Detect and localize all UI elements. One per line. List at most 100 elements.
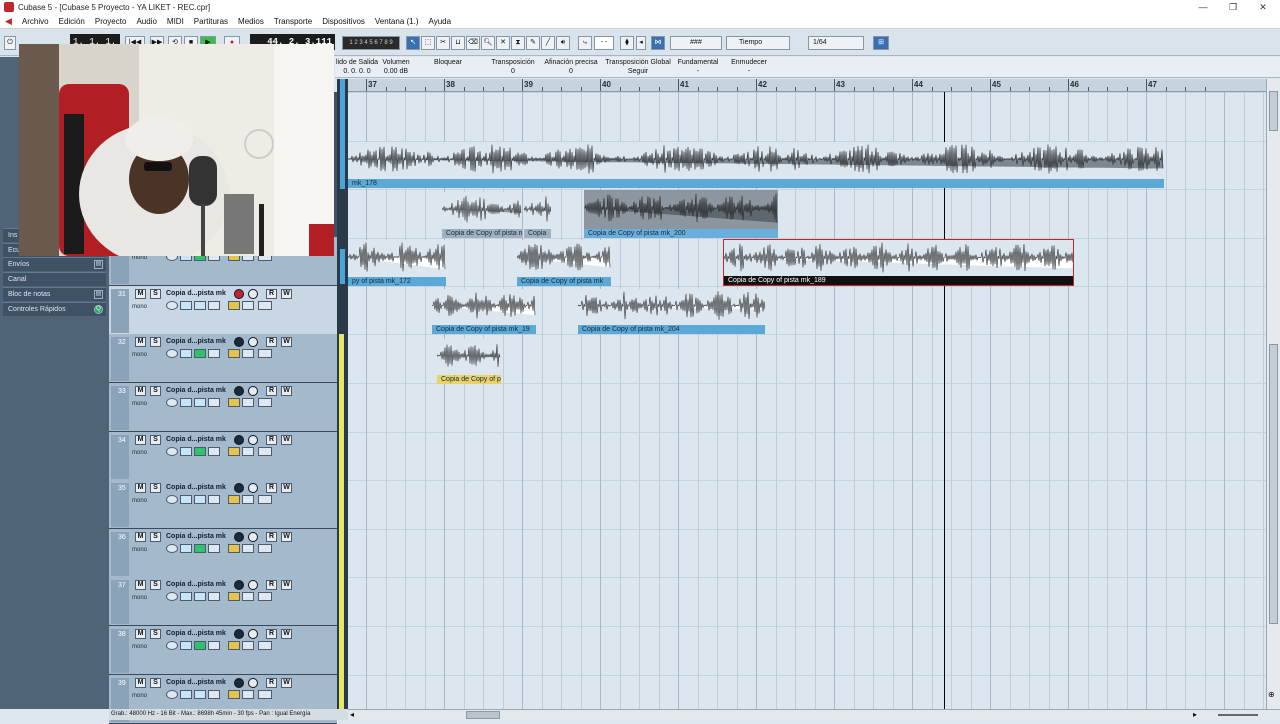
menu-partituras[interactable]: Partituras — [189, 17, 233, 26]
info-value-output[interactable]: 0. 0. 0. 0 — [335, 67, 379, 76]
menu-archivo[interactable]: Archivo — [17, 17, 54, 26]
write-automation-button[interactable]: W — [281, 435, 292, 445]
solo-button[interactable]: S — [150, 629, 161, 639]
track-row[interactable]: 34 M S Copia d...pista mk R Wmono — [109, 432, 337, 481]
scroll-right-icon[interactable]: ▸ — [1193, 710, 1197, 719]
app-menu-icon[interactable]: ◀ — [0, 16, 17, 27]
timebase-icon[interactable] — [194, 349, 206, 358]
write-automation-button[interactable]: W — [281, 580, 292, 590]
inspector-channel[interactable]: Canal — [3, 272, 106, 286]
monitor-icon[interactable] — [248, 678, 258, 688]
lane-icon[interactable] — [180, 349, 192, 358]
lock-icon[interactable] — [228, 447, 240, 456]
freeze-icon[interactable] — [208, 592, 220, 601]
monitor-icon[interactable] — [248, 386, 258, 396]
write-automation-button[interactable]: W — [281, 386, 292, 396]
solo-button[interactable]: S — [150, 580, 161, 590]
record-enable-icon[interactable] — [234, 532, 244, 542]
glue-tool-icon[interactable]: ⊔ — [451, 36, 465, 50]
info-value-finetune[interactable]: 0 — [541, 67, 601, 76]
lane-icon[interactable] — [180, 544, 192, 553]
read-automation-button[interactable]: R — [266, 678, 277, 688]
minimize-icon[interactable]: — — [1190, 0, 1216, 14]
object-selection-tool-icon[interactable]: ↖ — [406, 36, 420, 50]
lane-icon[interactable] — [180, 398, 192, 407]
snap-dropdown[interactable]: - - — [594, 36, 614, 50]
snap-mode-icon[interactable]: ◂ — [636, 36, 646, 50]
marker-buttons[interactable]: 1 2 3 4 5 6 7 8 9 — [342, 36, 400, 50]
lock-icon[interactable] — [228, 398, 240, 407]
track-row[interactable]: 36 M S Copia d...pista mk R Wmono — [109, 529, 337, 578]
scroll-left-icon[interactable]: ◂ — [350, 710, 354, 719]
folder-icon[interactable] — [242, 544, 254, 553]
fader-icon[interactable] — [258, 301, 272, 310]
info-value-mute[interactable]: - — [727, 67, 771, 76]
lock-icon[interactable] — [228, 301, 240, 310]
folder-icon[interactable] — [242, 398, 254, 407]
record-enable-icon[interactable] — [234, 629, 244, 639]
lane-icon[interactable] — [180, 690, 192, 699]
snap-toggle-icon[interactable]: ⧫ — [620, 36, 634, 50]
inspector-sends[interactable]: Envíos ▤ — [3, 257, 106, 271]
solo-button[interactable]: S — [150, 483, 161, 493]
timebase-icon[interactable] — [194, 592, 206, 601]
solo-button[interactable]: S — [150, 435, 161, 445]
fader-icon[interactable] — [258, 641, 272, 650]
lock-icon[interactable] — [228, 495, 240, 504]
audio-event[interactable]: Copia de Copy of pista mk_204 — [578, 289, 765, 334]
record-enable-icon[interactable] — [234, 483, 244, 493]
audio-event[interactable]: Copia de Copy of pista mk_189 — [723, 239, 1074, 286]
solo-button[interactable]: S — [150, 289, 161, 299]
fader-icon[interactable] — [258, 398, 272, 407]
folder-icon[interactable] — [242, 447, 254, 456]
mute-button[interactable]: M — [135, 337, 146, 347]
horizontal-scrollbar[interactable]: ◂ ▸ — [348, 709, 1280, 720]
sends-panel-icon[interactable]: ▤ — [94, 260, 103, 269]
monitor-icon[interactable] — [248, 435, 258, 445]
fader-icon[interactable] — [258, 495, 272, 504]
write-automation-button[interactable]: W — [281, 678, 292, 688]
audio-event[interactable]: Copia de Copy of pista mk_200 — [584, 190, 778, 238]
monitor-icon[interactable] — [248, 289, 258, 299]
menu-audio[interactable]: Audio — [131, 17, 161, 26]
audio-event[interactable]: py of pista mk_172 — [348, 240, 446, 286]
info-value-global-transpose[interactable]: Seguir — [603, 67, 673, 76]
audio-event[interactable]: Copia de Copy of pista mk — [442, 192, 522, 238]
fader-icon[interactable] — [258, 349, 272, 358]
track-name[interactable]: Copia d...pista mk — [166, 436, 226, 443]
info-value-transpose[interactable]: 0 — [487, 67, 539, 76]
timebase-icon[interactable] — [194, 544, 206, 553]
info-value-volume[interactable]: 0.00 dB — [379, 67, 413, 76]
read-automation-button[interactable]: R — [266, 483, 277, 493]
record-enable-icon[interactable] — [234, 580, 244, 590]
close-icon[interactable]: ✕ — [1250, 0, 1276, 14]
grid-mode-dropdown[interactable]: Tiempo — [726, 36, 790, 50]
edit-channel-icon[interactable] — [166, 301, 178, 310]
quantize-settings-icon[interactable]: ⊞ — [873, 36, 889, 50]
record-enable-icon[interactable] — [234, 337, 244, 347]
zoom-in-icon[interactable]: ⊕ — [1268, 690, 1275, 699]
track-name[interactable]: Copia d...pista mk — [166, 290, 226, 297]
record-enable-icon[interactable] — [234, 678, 244, 688]
autoscroll-icon[interactable]: ⤷ — [578, 36, 592, 50]
track-name[interactable]: Copia d...pista mk — [166, 679, 226, 686]
write-automation-button[interactable]: W — [281, 483, 292, 493]
horizontal-zoom-slider[interactable] — [1218, 714, 1258, 716]
solo-button[interactable]: S — [150, 532, 161, 542]
read-automation-button[interactable]: R — [266, 386, 277, 396]
timebase-icon[interactable] — [194, 447, 206, 456]
edit-channel-icon[interactable] — [166, 690, 178, 699]
lock-icon[interactable] — [228, 592, 240, 601]
project-window[interactable]: mk_178 Copia de Copy of pista mk Copia Copi… — [348, 92, 1266, 709]
audio-event[interactable]: Copia de Copy of pista mk — [517, 240, 611, 286]
write-automation-button[interactable]: W — [281, 337, 292, 347]
freeze-icon[interactable] — [208, 447, 220, 456]
freeze-icon[interactable] — [208, 544, 220, 553]
menu-proyecto[interactable]: Proyecto — [90, 17, 132, 26]
track-name[interactable]: Copia d...pista mk — [166, 338, 226, 345]
erase-tool-icon[interactable]: ⌫ — [466, 36, 480, 50]
grid-type-dropdown[interactable]: ### — [670, 36, 722, 50]
freeze-icon[interactable] — [208, 495, 220, 504]
mute-button[interactable]: M — [135, 435, 146, 445]
vertical-scroll-thumb[interactable] — [1269, 91, 1278, 131]
